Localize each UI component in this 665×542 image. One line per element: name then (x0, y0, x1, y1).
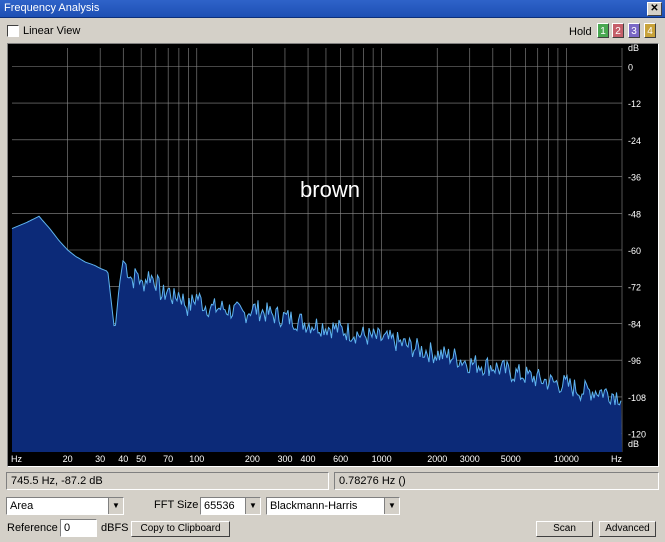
y-tick-label: -108 (628, 393, 646, 403)
y-tick-label: -96 (628, 356, 641, 366)
x-tick-label: 2000 (427, 454, 447, 464)
fft-size-select[interactable]: 65536 ▼ (200, 497, 261, 515)
window-title: Frequency Analysis (4, 2, 100, 14)
hold-button-4[interactable]: 4 (644, 23, 656, 38)
y-tick-label: -60 (628, 246, 641, 256)
chevron-down-icon: ▼ (245, 498, 260, 514)
y-tick-label: dB (628, 439, 639, 449)
toolbar: Linear View Hold 1 2 3 4 (0, 19, 665, 43)
copy-to-clipboard-button[interactable]: Copy to Clipboard (131, 521, 230, 537)
scan-button[interactable]: Scan (536, 521, 593, 537)
chevron-down-icon: ▼ (384, 498, 399, 514)
x-tick-label: 10000 (554, 454, 579, 464)
y-tick-label: -12 (628, 99, 641, 109)
fft-size-label: FFT Size (154, 499, 199, 511)
hold-button-2[interactable]: 2 (612, 23, 624, 38)
hold-button-1[interactable]: 1 (597, 23, 609, 38)
display-mode-select[interactable]: Area ▼ (6, 497, 124, 515)
x-tick-label: 300 (277, 454, 292, 464)
cursor-readout: 745.5 Hz, -87.2 dB (6, 472, 329, 490)
y-tick-label: -24 (628, 136, 641, 146)
x-axis-labels: Hz 20 30 40 50 70 100 200 300 400 600 1000 2000 3000 5… (11, 454, 622, 464)
reference-input[interactable]: 0 (60, 519, 97, 537)
y-tick-label: -36 (628, 173, 641, 183)
reference-label: Reference (7, 522, 58, 534)
y-tick-label: -72 (628, 283, 641, 293)
x-tick-label: 1000 (372, 454, 392, 464)
close-button[interactable]: ✕ (647, 2, 662, 16)
x-tick-label: 70 (163, 454, 173, 464)
y-tick-label: -48 (628, 209, 641, 219)
display-mode-value: Area (10, 500, 34, 512)
window-function-select[interactable]: Blackmann-Harris ▼ (266, 497, 400, 515)
x-tick-label: 400 (301, 454, 316, 464)
x-tick-label: 40 (118, 454, 128, 464)
overlay-label: brown (300, 177, 360, 202)
y-tick-label: -84 (628, 319, 641, 329)
linear-view-checkbox[interactable] (7, 25, 19, 37)
x-tick-label: 20 (63, 454, 73, 464)
x-tick-label: Hz (611, 454, 622, 464)
x-tick-label: 5000 (501, 454, 521, 464)
x-tick-label: 3000 (460, 454, 480, 464)
resolution-readout: 0.78276 Hz () (334, 472, 659, 490)
reference-unit: dBFS (101, 522, 129, 534)
x-tick-label: 30 (95, 454, 105, 464)
y-tick-label: dB (628, 44, 639, 53)
hold-label: Hold (569, 26, 592, 38)
x-tick-label: 100 (189, 454, 204, 464)
spectrum-area (12, 216, 622, 452)
chevron-down-icon: ▼ (108, 498, 123, 514)
y-axis-labels: dB0-12-24-36-48-60-72-84-96-108-120dB (628, 44, 646, 449)
spectrum-plot-frame[interactable]: dB 0 -12 -24 -36 -48 -60 -72 -84 -96 -108 -120 dB Hz… (7, 43, 659, 467)
x-tick-label: 600 (333, 454, 348, 464)
x-tick-label: 50 (136, 454, 146, 464)
x-tick-label: Hz (11, 454, 22, 464)
title-bar: Frequency Analysis ✕ (0, 0, 665, 18)
linear-view-label: Linear View (23, 25, 81, 37)
hold-button-3[interactable]: 3 (628, 23, 640, 38)
fft-size-value: 65536 (204, 500, 235, 512)
spectrum-plot[interactable]: dB0-12-24-36-48-60-72-84-96-108-120dB Hz… (8, 44, 658, 466)
window-function-value: Blackmann-Harris (270, 500, 358, 512)
advanced-button[interactable]: Advanced (599, 521, 656, 537)
y-tick-label: 0 (628, 62, 633, 72)
x-tick-label: 200 (245, 454, 260, 464)
